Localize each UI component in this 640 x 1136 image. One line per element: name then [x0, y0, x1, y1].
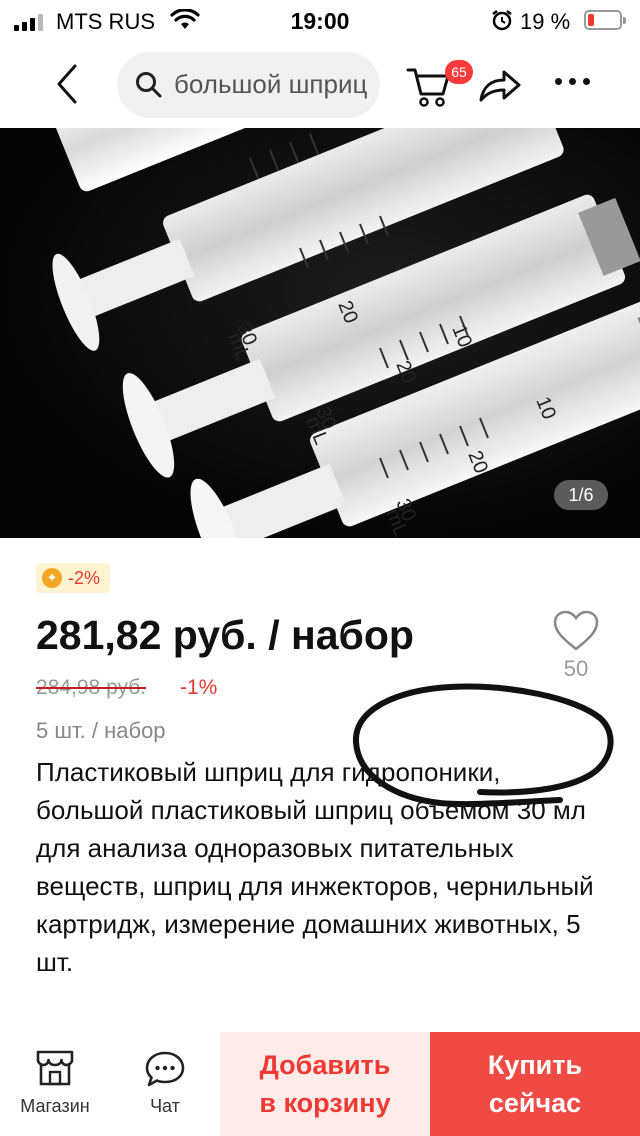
coupon-text: -2% — [68, 567, 101, 588]
search-input[interactable]: большой шприц — [117, 52, 380, 118]
search-query-text: большой шприц — [174, 69, 368, 99]
heart-icon[interactable] — [552, 609, 600, 653]
coin-icon: ✦ — [42, 568, 62, 588]
discount-percent: -1% — [180, 676, 218, 699]
buy-now-button[interactable]: Купить сейчас — [430, 1032, 640, 1136]
add-to-cart-label: Добавить в корзину — [259, 1050, 391, 1118]
cart-badge: 65 — [445, 60, 473, 84]
top-nav: большой шприц 65 — [0, 44, 640, 128]
store-icon — [36, 1050, 74, 1086]
favorites-count: 50 — [563, 656, 589, 681]
buy-now-label: Купить сейчас — [487, 1050, 583, 1118]
coupon-badge[interactable]: ✦ -2% — [36, 563, 111, 593]
alarm-icon — [492, 10, 512, 31]
store-label: Магазин — [20, 1096, 90, 1116]
chat-icon — [145, 1051, 185, 1087]
chat-tab[interactable]: Чат — [110, 1032, 220, 1136]
status-bar: MTS RUS 19:00 19 % — [0, 0, 640, 42]
store-tab[interactable]: Магазин — [0, 1032, 110, 1136]
product-title: Пластиковый шприц для гидропоники, больш… — [36, 757, 594, 977]
add-to-cart-button[interactable]: Добавить в корзину — [220, 1032, 430, 1136]
more-icon[interactable] — [555, 78, 590, 85]
product-price: 281,82 руб. / набор — [36, 612, 414, 658]
battery-icon — [584, 10, 626, 30]
share-icon[interactable] — [477, 66, 523, 106]
back-arrow-icon[interactable] — [48, 62, 88, 106]
chat-label: Чат — [150, 1096, 180, 1116]
search-icon — [136, 72, 162, 98]
syringes-illustration: 20 30 mL 10 20 30 mL 10 20 30 mL — [51, 128, 640, 538]
product-image[interactable]: 20 30 mL 10 20 30 mL 10 20 30 mL 1/6 — [0, 128, 640, 538]
units-per-set: 5 шт. / набор — [36, 718, 166, 743]
image-counter: 1/6 — [554, 480, 608, 510]
old-price: 284,98 руб. — [36, 676, 147, 699]
bottom-action-bar: Магазин Чат Добавить в корзину Купить се… — [0, 1032, 640, 1136]
battery-percent: 19 % — [520, 9, 571, 34]
